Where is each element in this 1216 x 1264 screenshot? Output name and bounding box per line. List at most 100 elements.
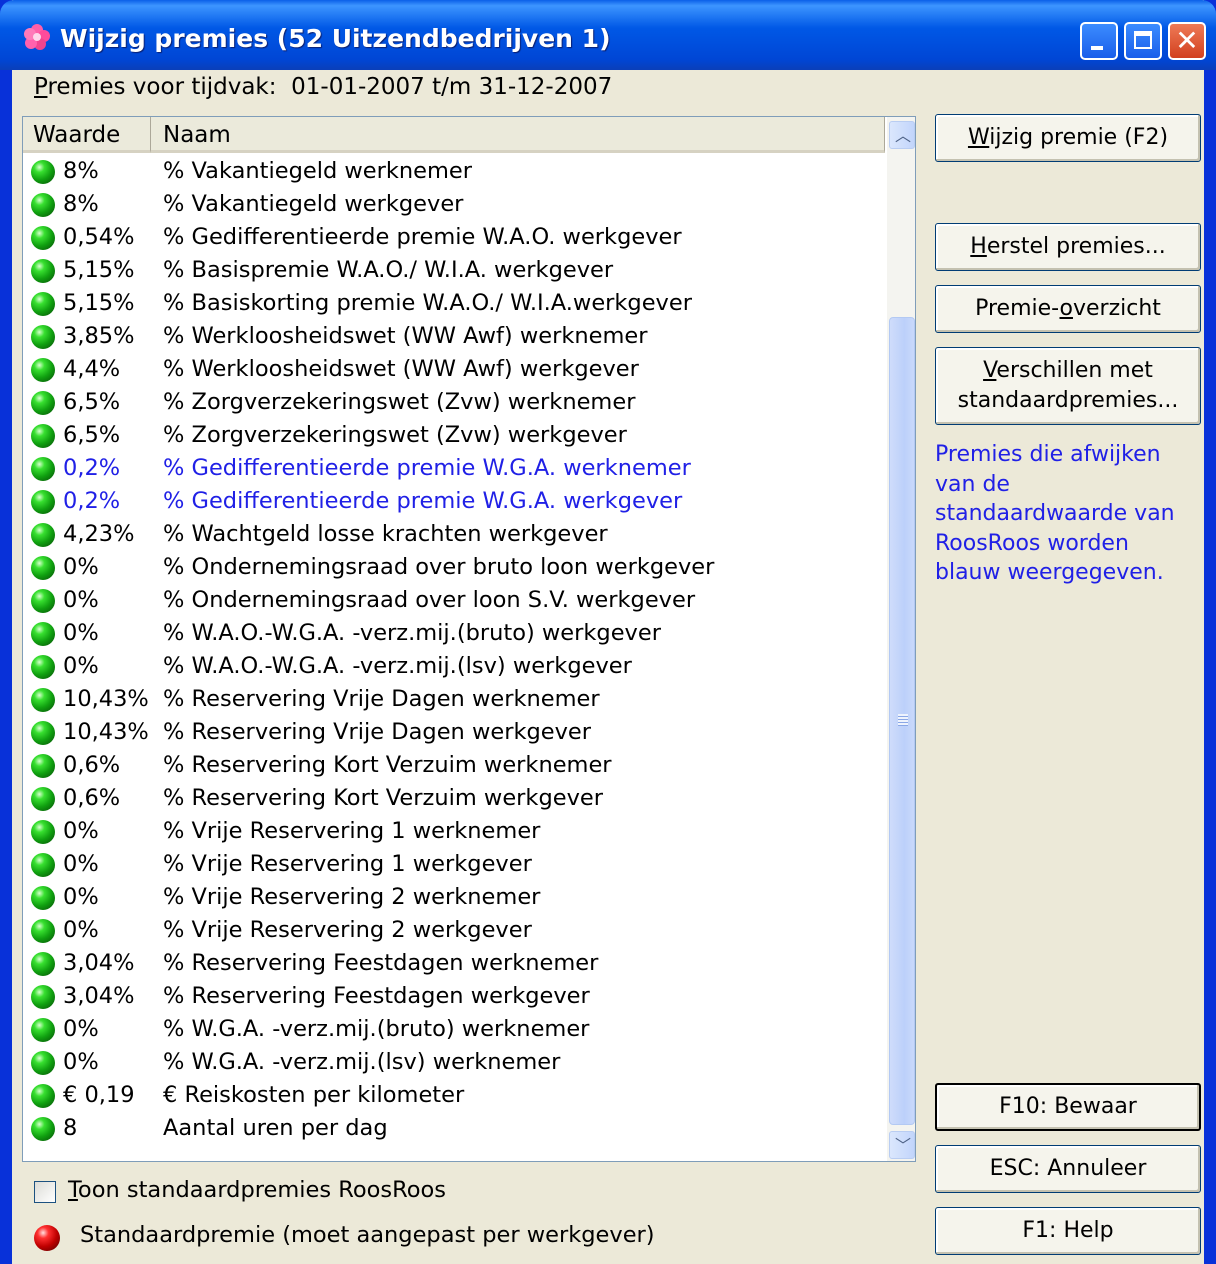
list-item[interactable]: 0% % Ondernemingsraad over bruto loon wer…	[23, 551, 885, 584]
list-item[interactable]: 4,23% % Wachtgeld losse krachten werkgeve…	[23, 518, 885, 551]
premie-value: 3,04%	[63, 950, 135, 976]
green-status-dot-icon	[31, 325, 55, 349]
verschillen-label: erschillen met	[996, 358, 1153, 383]
column-header-waarde[interactable]: Waarde	[23, 117, 151, 153]
list-item[interactable]: 6,5% % Zorgverzekeringswet (Zvw) werkneme…	[23, 386, 885, 419]
premie-name: % Zorgverzekeringswet (Zvw) werknemer	[163, 389, 636, 415]
premies-list[interactable]: Waarde Naam 8%% Vakantiegeld werknemer 8%…	[22, 116, 916, 1162]
scroll-up-button[interactable]: ︿	[889, 121, 915, 149]
premie-overzicht-button[interactable]: Premie-overzicht	[935, 285, 1201, 333]
toon-standaardpremies-label[interactable]: Toon standaardpremies RoosRoos	[68, 1177, 446, 1203]
green-status-dot-icon	[31, 1084, 55, 1108]
scroll-thumb[interactable]	[889, 317, 915, 1125]
checkbox-mnemonic: T	[68, 1177, 78, 1203]
list-item[interactable]: 0% % Vrije Reservering 1 werkgever	[23, 848, 885, 881]
chevron-up-icon: ︿	[894, 126, 911, 145]
list-item[interactable]: 0,6% % Reservering Kort Verzuim werkgever	[23, 782, 885, 815]
list-item[interactable]: 0,6% % Reservering Kort Verzuim werknemer	[23, 749, 885, 782]
list-item[interactable]: 8% % Vakantiegeld werkgever	[23, 188, 885, 221]
list-item[interactable]: 5,15% % Basispremie W.A.O./ W.I.A. werkge…	[23, 254, 885, 287]
list-item[interactable]: 4,4% % Werkloosheidswet (WW Awf) werkgeve…	[23, 353, 885, 386]
overzicht-label-pre: Premie-	[975, 296, 1060, 321]
list-item[interactable]: 10,43% % Reservering Vrije Dagen werkgeve…	[23, 716, 885, 749]
green-status-dot-icon	[31, 754, 55, 778]
annuleer-button[interactable]: ESC: Annuleer	[935, 1145, 1201, 1193]
premie-name: Aantal uren per dag	[163, 1115, 388, 1141]
premie-value: 6,5%	[63, 389, 121, 415]
green-status-dot-icon	[31, 226, 55, 250]
premie-value: 8%	[63, 158, 99, 184]
premie-value: 0,54%	[63, 224, 135, 250]
premie-name: % Vrije Reservering 1 werknemer	[163, 818, 541, 844]
green-status-dot-icon	[31, 655, 55, 679]
close-button[interactable]: ✕	[1168, 22, 1206, 60]
premie-name: % Ondernemingsraad over bruto loon werkg…	[163, 554, 715, 580]
list-item[interactable]: 8 Aantal uren per dag	[23, 1112, 885, 1145]
close-icon: ✕	[1175, 24, 1199, 57]
premie-value: 10,43%	[63, 719, 149, 745]
premie-value: 8%	[63, 191, 99, 217]
list-item[interactable]: 0,54% % Gedifferentieerde premie W.A.O. w…	[23, 221, 885, 254]
minimize-button[interactable]	[1080, 22, 1118, 60]
premie-value: 0%	[63, 587, 99, 613]
premie-value: 10,43%	[63, 686, 149, 712]
premie-value: 0%	[63, 884, 99, 910]
green-status-dot-icon	[31, 688, 55, 712]
green-status-dot-icon	[31, 787, 55, 811]
list-item[interactable]: 10,43% % Reservering Vrije Dagen werkneme…	[23, 683, 885, 716]
wijzig-premie-button[interactable]: Wijzig premie (F2)	[935, 114, 1201, 162]
verschillen-button[interactable]: Verschillen met standaardpremies...	[935, 347, 1201, 425]
list-item[interactable]: 3,85% % Werkloosheidswet (WW Awf) werknem…	[23, 320, 885, 353]
herstel-premies-button[interactable]: Herstel premies...	[935, 223, 1201, 271]
list-item[interactable]: 0% % W.A.O.-W.G.A. -verz.mij.(lsv) werkge…	[23, 650, 885, 683]
list-item[interactable]: 0% % Ondernemingsraad over loon S.V. werk…	[23, 584, 885, 617]
list-item[interactable]: 0% % Vrije Reservering 2 werknemer	[23, 881, 885, 914]
list-item[interactable]: 5,15% % Basiskorting premie W.A.O./ W.I.A…	[23, 287, 885, 320]
list-item[interactable]: € 0,19 € Reiskosten per kilometer	[23, 1079, 885, 1112]
premie-name: % Basiskorting premie W.A.O./ W.I.A.werk…	[163, 290, 692, 316]
premie-name: % Gedifferentieerde premie W.G.A. werkne…	[163, 455, 691, 481]
maximize-button[interactable]	[1124, 22, 1162, 60]
help-button[interactable]: F1: Help	[935, 1207, 1201, 1255]
list-item[interactable]: 0% % W.G.A. -verz.mij.(lsv) werknemer	[23, 1046, 885, 1079]
premie-value: 0,6%	[63, 752, 121, 778]
list-item[interactable]: 0,2% % Gedifferentieerde premie W.G.A. we…	[23, 452, 885, 485]
premie-value: 4,4%	[63, 356, 121, 382]
bewaar-button[interactable]: F10: Bewaar	[935, 1083, 1201, 1131]
list-item[interactable]: 0% % Vrije Reservering 1 werknemer	[23, 815, 885, 848]
premie-value: 3,04%	[63, 983, 135, 1009]
grip-icon	[898, 714, 908, 726]
premie-value: 0%	[63, 620, 99, 646]
list-item[interactable]: 3,04% % Reservering Feestdagen werkgever	[23, 980, 885, 1013]
toon-standaardpremies-checkbox[interactable]	[34, 1181, 56, 1203]
premie-value: 0%	[63, 653, 99, 679]
premie-name: % Vrije Reservering 2 werknemer	[163, 884, 541, 910]
list-item[interactable]: 0% % W.G.A. -verz.mij.(bruto) werknemer	[23, 1013, 885, 1046]
scroll-down-button[interactable]: ﹀	[889, 1131, 915, 1159]
premie-name: % Vrije Reservering 1 werkgever	[163, 851, 532, 877]
list-item[interactable]: 6,5% % Zorgverzekeringswet (Zvw) werkgeve…	[23, 419, 885, 452]
premie-name: % Wachtgeld losse krachten werkgever	[163, 521, 608, 547]
list-item[interactable]: 0% % W.A.O.-W.G.A. -verz.mij.(bruto) werk…	[23, 617, 885, 650]
premie-name: % W.A.O.-W.G.A. -verz.mij.(lsv) werkgeve…	[163, 653, 632, 679]
premie-name: % Gedifferentieerde premie W.G.A. werkge…	[163, 488, 683, 514]
premie-value: 0,2%	[63, 455, 121, 481]
green-status-dot-icon	[31, 622, 55, 646]
column-header-naam[interactable]: Naam	[151, 117, 885, 153]
list-item[interactable]: 8% % Vakantiegeld werknemer	[23, 155, 885, 188]
premie-value: 6,5%	[63, 422, 121, 448]
premie-name: % Gedifferentieerde premie W.A.O. werkge…	[163, 224, 682, 250]
green-status-dot-icon	[31, 589, 55, 613]
title-bar[interactable]: Wijzig premies (52 Uitzendbedrijven 1) ✕	[0, 0, 1216, 70]
green-status-dot-icon	[31, 391, 55, 415]
green-status-dot-icon	[31, 952, 55, 976]
premie-name: % Vakantiegeld werkgever	[163, 191, 464, 217]
list-item[interactable]: 0,2% % Gedifferentieerde premie W.G.A. we…	[23, 485, 885, 518]
herstel-mnemonic: H	[970, 234, 987, 259]
deviation-note: Premies die afwijken van de standaardwaa…	[935, 442, 1175, 585]
vertical-scrollbar[interactable]: ︿ ﹀	[887, 117, 915, 1161]
list-item[interactable]: 3,04% % Reservering Feestdagen werknemer	[23, 947, 885, 980]
green-status-dot-icon	[31, 853, 55, 877]
list-item[interactable]: 0% % Vrije Reservering 2 werkgever	[23, 914, 885, 947]
legend-text: Standaardpremie (moet aangepast per werk…	[80, 1222, 655, 1248]
